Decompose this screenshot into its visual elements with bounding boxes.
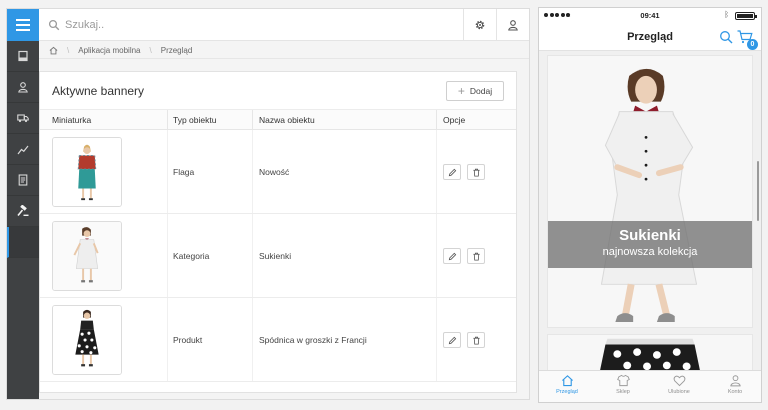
table-row: Produkt Spódnica w groszki z Francji [40,298,516,382]
object-name: Spódnica w groszki z Francji [259,335,367,345]
column-header: Opcje [443,115,466,125]
sidebar-item-statistics[interactable] [7,134,39,165]
banner-caption: Sukienki najnowsza kolekcja [548,221,752,268]
banner-subtitle: najnowsza kolekcja [602,246,698,258]
card-header: Aktywne bannery + Dodaj [40,72,516,110]
search-icon[interactable] [719,30,733,44]
home-icon[interactable] [49,46,58,55]
column-header: Miniaturka [52,115,92,125]
sidebar-item-customers[interactable] [7,72,39,103]
banner-sukienki[interactable]: Sukienki najnowsza kolekcja [547,55,753,328]
chart-icon [17,145,29,155]
plus-icon: + [457,84,465,98]
bluetooth-icon: ᛒ [724,10,729,19]
banner-feed: Sukienki najnowsza kolekcja [539,51,761,374]
tab-label: Przegląd [556,389,578,395]
sidebar-item-tools[interactable] [7,196,39,227]
tab-label: Sklep [616,389,630,395]
card-title: Aktywne bannery [52,84,145,98]
banner-title: Sukienki [619,227,681,244]
document-icon [18,174,28,186]
delete-button[interactable] [467,332,485,348]
table-row: Flaga Nowość [40,130,516,214]
admin-panel: \ Aplikacja mobilna \ Przegląd Aktywne b… [6,8,530,400]
hamburger-menu-button[interactable] [7,9,39,41]
tab-konto[interactable]: Konto [707,374,761,395]
trash-icon [472,168,480,177]
truck-icon [17,114,29,123]
user-icon [729,375,741,387]
hamburger-icon [16,24,30,26]
tab-przeglad[interactable]: Przegląd [539,374,595,395]
edit-button[interactable] [443,332,461,348]
heart-icon [673,375,685,387]
object-type: Produkt [173,335,203,345]
thumbnail-image [52,137,122,207]
sidebar-item-orders[interactable] [7,41,39,72]
sidebar-item-shipping[interactable] [7,103,39,134]
pencil-icon [448,336,456,344]
table-row: Kategoria Sukienki [40,214,516,298]
object-type: Kategoria [173,251,210,261]
tab-ulubione[interactable]: Ulubione [651,374,707,395]
breadcrumb: \ Aplikacja mobilna \ Przegląd [39,42,529,59]
trash-icon [472,336,480,345]
pencil-icon [448,252,456,260]
breadcrumb-separator: \ [149,45,152,55]
user-icon [508,20,518,31]
object-type: Flaga [173,167,195,177]
scrollbar[interactable] [757,161,759,221]
shirt-icon [616,374,630,387]
account-button[interactable] [496,9,529,41]
home-icon [561,375,573,387]
table-header: Miniaturka Typ obiektu Nazwa obiektu Opc… [40,110,516,130]
object-name: Sukienki [259,251,292,261]
sidebar [7,9,39,399]
thumbnail-image [52,305,122,375]
edit-button[interactable] [443,248,461,264]
tab-label: Konto [727,389,743,395]
add-button[interactable]: + Dodaj [446,81,504,101]
delete-button[interactable] [467,248,485,264]
search-icon [48,19,60,31]
gavel-icon [17,205,29,217]
gear-icon [475,20,485,30]
status-bar: ≈ 09:41 ᛒ [539,8,761,25]
breadcrumb-separator: \ [67,45,70,55]
tab-label: Ulubione [668,389,690,395]
object-name: Nowość [259,167,290,177]
column-header: Typ obiektu [173,115,217,125]
settings-button[interactable] [463,9,496,41]
cart-count-badge: 0 [747,39,758,50]
sidebar-item-mobile-app[interactable] [7,227,39,258]
edit-button[interactable] [443,164,461,180]
column-header: Nazwa obiektu [259,115,315,125]
tab-bar: Przegląd Sklep Ulubione Konto [539,370,761,402]
active-banners-card: Aktywne bannery + Dodaj Miniaturka Typ o… [39,71,517,393]
breadcrumb-item[interactable]: Aplikacja mobilna [78,46,140,55]
banner-product[interactable] [547,334,753,374]
sidebar-item-documents[interactable] [7,165,39,196]
user-icon [18,82,28,93]
battery-icon [735,12,757,20]
add-button-label: Dodaj [469,86,493,96]
receipt-icon [18,50,28,62]
breadcrumb-item-current: Przegląd [160,45,193,55]
nav-bar: Przegląd 0 [539,25,761,51]
phone-preview: ≈ 09:41 ᛒ Przegląd 0 Sukienki najnowsza … [538,7,762,403]
search-input[interactable] [65,16,365,34]
tab-sklep[interactable]: Sklep [595,374,651,395]
thumbnail-image [52,221,122,291]
top-bar [39,9,529,41]
trash-icon [472,252,480,261]
pencil-icon [448,168,456,176]
delete-button[interactable] [467,164,485,180]
